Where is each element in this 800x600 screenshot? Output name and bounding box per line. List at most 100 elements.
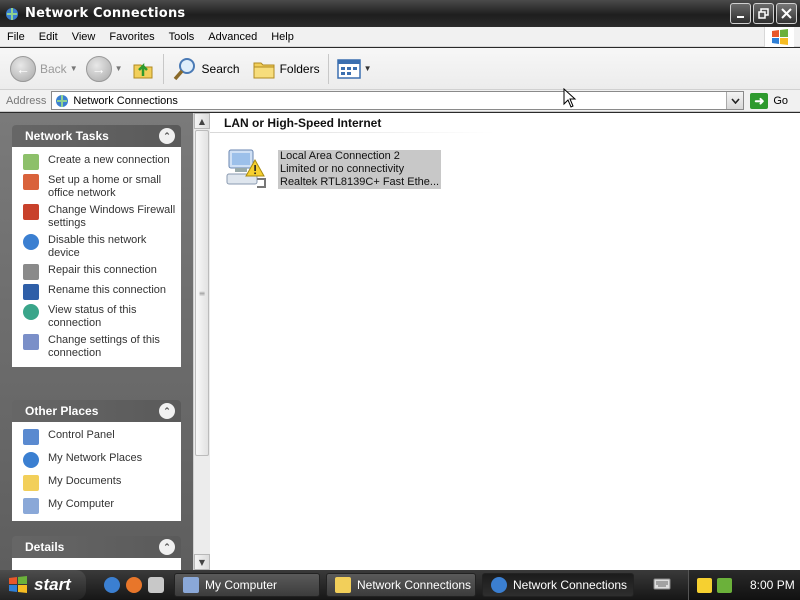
task-disable-device[interactable]: Disable this network device bbox=[23, 234, 176, 260]
connection-name: Local Area Connection 2 bbox=[280, 150, 400, 162]
task-label: Change Windows Firewall settings bbox=[48, 204, 176, 229]
scroll-down-button[interactable]: ▼ bbox=[194, 554, 210, 570]
task-create-connection[interactable]: Create a new connection bbox=[23, 154, 176, 170]
task-label: Set up a home or small office network bbox=[48, 174, 162, 199]
windows-flag-icon bbox=[9, 576, 27, 593]
address-bar: Address Network Connections ➜ Go bbox=[0, 90, 800, 112]
task-label: Repair this connection bbox=[48, 264, 157, 276]
task-label: Rename this connection bbox=[48, 284, 167, 296]
task-repair[interactable]: Repair this connection bbox=[23, 264, 176, 280]
views-dropdown-icon[interactable]: ▼ bbox=[364, 64, 372, 73]
views-icon bbox=[336, 58, 361, 79]
collapse-icon[interactable]: ⌃ bbox=[159, 403, 175, 419]
collapse-icon[interactable]: ⌃ bbox=[159, 539, 175, 555]
task-view-status[interactable]: View status of this connection bbox=[23, 304, 176, 330]
menu-file[interactable]: File bbox=[0, 31, 32, 43]
network-tasks-header[interactable]: Network Tasks ⌃ bbox=[12, 125, 181, 147]
place-label: My Computer bbox=[48, 498, 115, 510]
start-button[interactable]: start bbox=[0, 570, 86, 600]
media-icon[interactable] bbox=[148, 577, 164, 593]
task-pane: Network Tasks ⌃ Create a new connection … bbox=[0, 113, 193, 570]
quick-launch bbox=[104, 577, 164, 593]
network-connections-icon bbox=[491, 577, 507, 593]
task-home-network[interactable]: Set up a home or small office network bbox=[23, 174, 176, 200]
scroll-up-button[interactable]: ▲ bbox=[194, 113, 210, 129]
my-computer-icon bbox=[23, 498, 39, 514]
search-button[interactable]: Search bbox=[168, 52, 244, 86]
details-header[interactable]: Details ⌃ bbox=[12, 536, 181, 558]
back-label: Back bbox=[40, 61, 67, 76]
chevron-down-icon bbox=[731, 97, 740, 104]
system-tray: 8:00 PM bbox=[688, 570, 800, 600]
task-label: View status of this connection bbox=[48, 304, 137, 329]
minimize-icon bbox=[736, 15, 744, 18]
close-button[interactable] bbox=[776, 3, 797, 24]
other-places-list: Control Panel My Network Places My Docum… bbox=[12, 422, 181, 521]
back-button[interactable]: ← Back ▼ bbox=[6, 52, 82, 86]
forward-dropdown-icon[interactable]: ▼ bbox=[115, 64, 123, 73]
place-my-computer[interactable]: My Computer bbox=[23, 498, 176, 514]
menu-advanced[interactable]: Advanced bbox=[201, 31, 264, 43]
place-label: My Network Places bbox=[48, 452, 143, 464]
task-label: Change settings of this connection bbox=[48, 334, 160, 359]
windows-flag-icon bbox=[771, 29, 788, 45]
restore-icon bbox=[758, 8, 769, 19]
menu-tools[interactable]: Tools bbox=[162, 31, 202, 43]
details-title: Details bbox=[25, 540, 65, 554]
go-button[interactable]: ➜ Go bbox=[750, 92, 789, 109]
menu-edit[interactable]: Edit bbox=[32, 31, 65, 43]
address-dropdown-button[interactable] bbox=[726, 92, 744, 109]
minimize-button[interactable] bbox=[730, 3, 751, 24]
taskbar-button-my-computer[interactable]: My Computer bbox=[174, 573, 320, 597]
up-button[interactable] bbox=[127, 52, 159, 86]
security-icon[interactable] bbox=[717, 577, 732, 593]
task-firewall[interactable]: Change Windows Firewall settings bbox=[23, 204, 176, 230]
maximize-button[interactable] bbox=[753, 3, 774, 24]
title-bar[interactable]: Network Connections bbox=[0, 0, 800, 27]
search-label: Search bbox=[201, 61, 240, 76]
network-places-icon bbox=[23, 452, 39, 468]
place-control-panel[interactable]: Control Panel bbox=[23, 429, 176, 445]
folders-icon bbox=[253, 62, 275, 78]
other-places-header[interactable]: Other Places ⌃ bbox=[12, 400, 181, 422]
place-my-documents[interactable]: My Documents bbox=[23, 475, 176, 491]
other-places-panel: Other Places ⌃ Control Panel My Network … bbox=[12, 400, 181, 521]
address-field[interactable]: Network Connections bbox=[51, 91, 745, 110]
scroll-thumb[interactable]: ≡ bbox=[195, 130, 209, 456]
place-network-places[interactable]: My Network Places bbox=[23, 452, 176, 468]
menu-view[interactable]: View bbox=[65, 31, 103, 43]
browser-icon[interactable] bbox=[104, 577, 120, 593]
home-network-icon bbox=[23, 174, 39, 190]
firefox-icon[interactable] bbox=[126, 577, 142, 593]
details-body bbox=[12, 558, 181, 570]
go-label: Go bbox=[773, 94, 789, 107]
start-label: start bbox=[34, 575, 71, 594]
task-pane-scrollbar[interactable]: ▲ ≡ ▼ bbox=[193, 113, 210, 570]
folders-button[interactable]: Folders bbox=[248, 52, 324, 86]
network-warning-icon[interactable] bbox=[697, 577, 712, 593]
back-dropdown-icon[interactable]: ▼ bbox=[70, 64, 78, 73]
task-change-settings[interactable]: Change settings of this connection bbox=[23, 334, 176, 360]
menu-help[interactable]: Help bbox=[264, 31, 301, 43]
task-rename[interactable]: Rename this connection bbox=[23, 284, 176, 300]
status-icon bbox=[23, 304, 39, 320]
content-area: LAN or High-Speed Internet Local Area Co… bbox=[210, 113, 800, 570]
collapse-icon[interactable]: ⌃ bbox=[159, 128, 175, 144]
menu-bar: File Edit View Favorites Tools Advanced … bbox=[0, 27, 800, 47]
window-title: Network Connections bbox=[25, 6, 186, 21]
menu-favorites[interactable]: Favorites bbox=[102, 31, 161, 43]
forward-arrow-icon: → bbox=[85, 55, 112, 82]
search-icon bbox=[173, 57, 195, 80]
taskbar-button-network-connections-1[interactable]: Network Connections bbox=[326, 573, 476, 597]
views-button[interactable]: ▼ bbox=[333, 52, 376, 86]
keyboard-icon[interactable] bbox=[653, 577, 671, 591]
my-documents-icon bbox=[23, 475, 39, 491]
taskbar-button-network-connections-2[interactable]: Network Connections bbox=[482, 573, 634, 597]
clock[interactable]: 8:00 PM bbox=[750, 578, 795, 592]
other-places-title: Other Places bbox=[25, 404, 99, 418]
connection-info: Local Area Connection 2 Limited or no co… bbox=[278, 150, 442, 189]
back-arrow-icon: ← bbox=[10, 55, 36, 82]
forward-button[interactable]: → ▼ bbox=[82, 52, 127, 86]
firewall-icon bbox=[23, 204, 39, 220]
connection-item[interactable]: Local Area Connection 2 Limited or no co… bbox=[225, 146, 442, 194]
